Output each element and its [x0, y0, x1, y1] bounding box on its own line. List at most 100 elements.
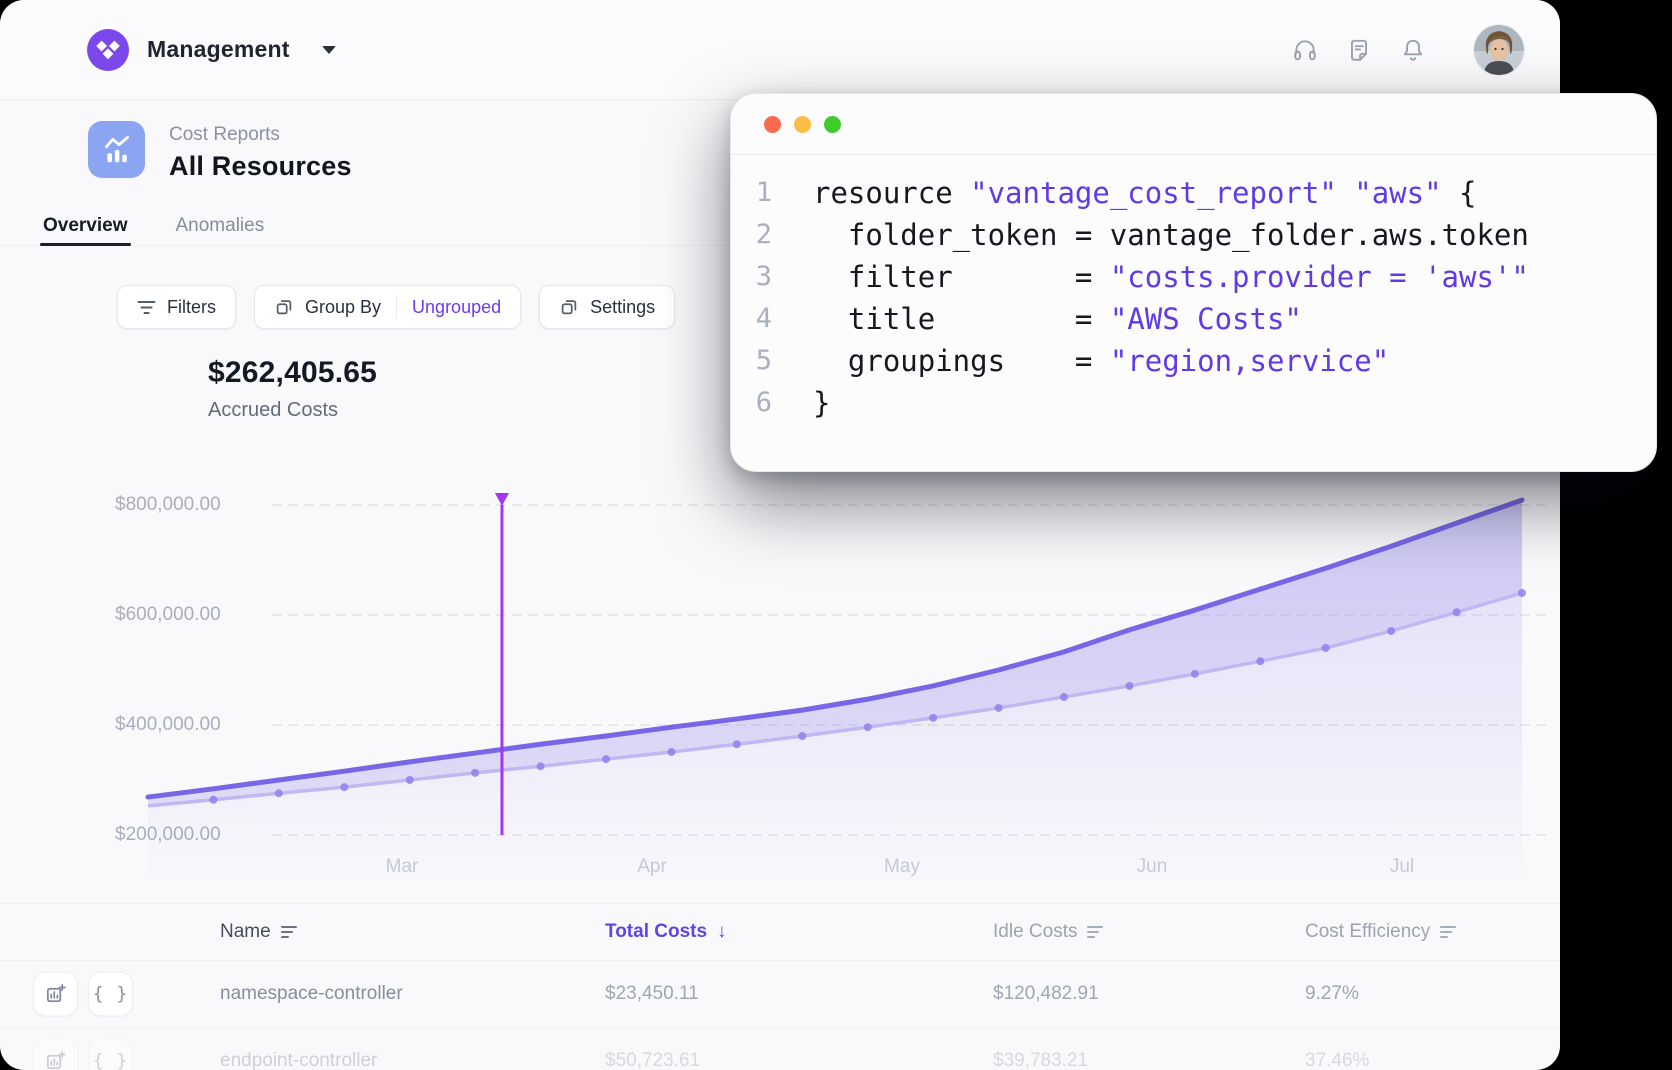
data-point [406, 776, 414, 784]
area-fill [148, 500, 1522, 880]
line-number: 4 [754, 298, 772, 340]
idle-costs-value: $120,482.91 [993, 983, 1099, 1005]
data-point [340, 783, 348, 791]
code-editor-window: 1resource "vantage_cost_report" "aws" {2… [730, 93, 1657, 472]
data-point [1191, 670, 1199, 678]
code-line: 2 folder_token = vantage_folder.aws.toke… [754, 214, 1656, 256]
sort-icon [281, 925, 298, 939]
total-costs-value: $50,723.61 [605, 1050, 700, 1070]
line-number: 6 [754, 382, 772, 424]
x-axis-month-label: Jul [1390, 856, 1414, 878]
zoom-button[interactable] [824, 116, 841, 133]
cost-efficiency-value: 37.46% [1305, 1050, 1369, 1070]
user-avatar[interactable] [1474, 25, 1524, 75]
y-axis-tick-label: $800,000.00 [115, 494, 221, 516]
data-point [275, 789, 283, 797]
view-code-button[interactable]: { } [88, 972, 133, 1017]
data-point [602, 755, 610, 763]
code-text: title = "AWS Costs" [813, 298, 1302, 340]
data-point [733, 740, 741, 748]
workspace-switcher[interactable]: Management [87, 29, 336, 71]
table-row[interactable]: { } namespace-controller $23,450.11 $120… [0, 961, 1560, 1028]
group-stack-icon [274, 297, 294, 317]
chart-toolbar: Filters Group By Ungrouped [117, 285, 675, 329]
data-point [667, 748, 675, 756]
table-row[interactable]: { } endpoint-controller $50,723.61 $39,7… [0, 1028, 1560, 1070]
stat-label: Accrued Costs [208, 399, 377, 422]
total-costs-value: $23,450.11 [605, 983, 699, 1005]
code-text: resource "vantage_cost_report" "aws" { [813, 172, 1477, 214]
breadcrumb: Cost Reports [169, 124, 352, 146]
cost-report-icon [88, 121, 145, 178]
notes-icon[interactable] [1346, 37, 1372, 63]
data-point [537, 762, 545, 770]
stat-value: $262,405.65 [208, 356, 377, 390]
resource-name: endpoint-controller [220, 1050, 377, 1070]
group-by-label: Group By [305, 297, 381, 318]
sort-descending-arrow-icon: ↓ [717, 921, 727, 943]
cost-efficiency-value: 9.27% [1305, 983, 1359, 1005]
data-point [929, 714, 937, 722]
notifications-bell-icon[interactable] [1400, 37, 1426, 63]
data-point [864, 723, 872, 731]
code-line: 5 groupings = "region,service" [754, 340, 1656, 382]
minimize-button[interactable] [794, 116, 811, 133]
column-header-cost-efficiency[interactable]: Cost Efficiency [1305, 921, 1457, 943]
filters-label: Filters [167, 297, 216, 318]
view-code-button[interactable]: { } [88, 1039, 133, 1070]
data-point [1322, 644, 1330, 652]
data-point [798, 732, 806, 740]
resource-name: namespace-controller [220, 983, 403, 1005]
settings-button[interactable]: Settings [539, 285, 675, 329]
window-titlebar [731, 94, 1656, 155]
workspace-name: Management [147, 36, 290, 63]
filter-icon [137, 300, 156, 315]
data-point [1060, 693, 1068, 701]
filters-button[interactable]: Filters [117, 285, 236, 329]
open-report-chart-button[interactable] [33, 972, 78, 1017]
close-button[interactable] [764, 116, 781, 133]
x-axis-month-label: Jun [1137, 856, 1168, 878]
idle-costs-value: $39,783.21 [993, 1050, 1088, 1070]
group-by-value: Ungrouped [412, 297, 501, 318]
chart-add-icon [44, 1050, 67, 1070]
y-axis-tick-label: $400,000.00 [115, 714, 221, 736]
code-text: groupings = "region,service" [813, 340, 1389, 382]
braces-icon: { } [93, 1051, 129, 1070]
bar-line-chart-icon [100, 133, 134, 167]
page-title: All Resources [169, 151, 352, 182]
code-editor[interactable]: 1resource "vantage_cost_report" "aws" {2… [731, 155, 1656, 424]
code-line: 6} [754, 382, 1656, 424]
resources-table: Name Total Costs ↓ Idle Costs Cost Effic… [0, 903, 1560, 1070]
top-nav: Management [0, 0, 1560, 100]
settings-stack-icon [559, 297, 579, 317]
code-text: folder_token = vantage_folder.aws.token [813, 214, 1529, 256]
data-point [471, 769, 479, 777]
vantage-logo-icon [87, 29, 129, 71]
column-header-idle-costs[interactable]: Idle Costs [993, 921, 1104, 943]
group-by-button[interactable]: Group By Ungrouped [254, 285, 521, 329]
code-line: 4 title = "AWS Costs" [754, 298, 1656, 340]
tab-overview[interactable]: Overview [43, 207, 128, 245]
x-axis-month-label: May [884, 856, 920, 878]
sort-icon [1440, 925, 1457, 939]
open-report-chart-button[interactable] [33, 1039, 78, 1070]
y-axis-tick-label: $600,000.00 [115, 604, 221, 626]
tab-anomalies[interactable]: Anomalies [176, 207, 265, 245]
line-number: 3 [754, 256, 772, 298]
sort-icon [1087, 925, 1104, 939]
column-header-name[interactable]: Name [220, 921, 298, 943]
support-headphones-icon[interactable] [1292, 37, 1318, 63]
settings-label: Settings [590, 297, 655, 318]
data-point [1125, 682, 1133, 690]
code-text: } [813, 382, 830, 424]
data-point [995, 704, 1003, 712]
line-number: 1 [754, 172, 772, 214]
x-axis-month-label: Mar [386, 856, 419, 878]
column-header-total-costs[interactable]: Total Costs ↓ [605, 921, 727, 943]
data-point [209, 796, 217, 804]
line-number: 2 [754, 214, 772, 256]
chart-add-icon [44, 983, 67, 1006]
chevron-down-icon [322, 46, 336, 54]
code-line: 1 resource "vantage_cost_report" "aws" { [754, 172, 1656, 214]
